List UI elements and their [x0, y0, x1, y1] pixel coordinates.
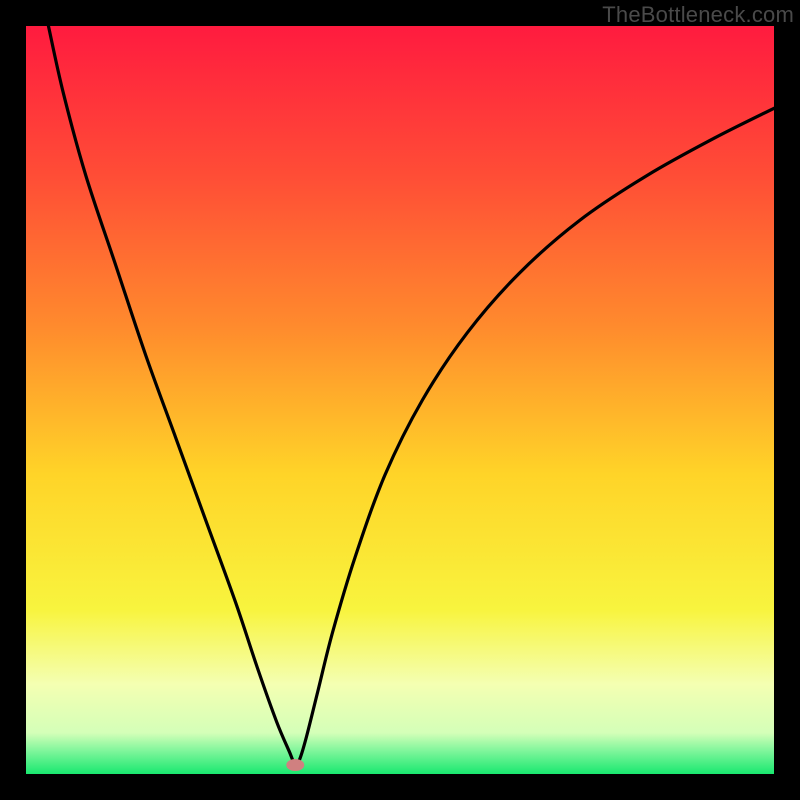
gradient-background	[26, 26, 774, 774]
chart-frame	[26, 26, 774, 774]
optimal-point-marker	[286, 759, 304, 771]
watermark-text: TheBottleneck.com	[602, 2, 794, 28]
bottleneck-chart	[26, 26, 774, 774]
